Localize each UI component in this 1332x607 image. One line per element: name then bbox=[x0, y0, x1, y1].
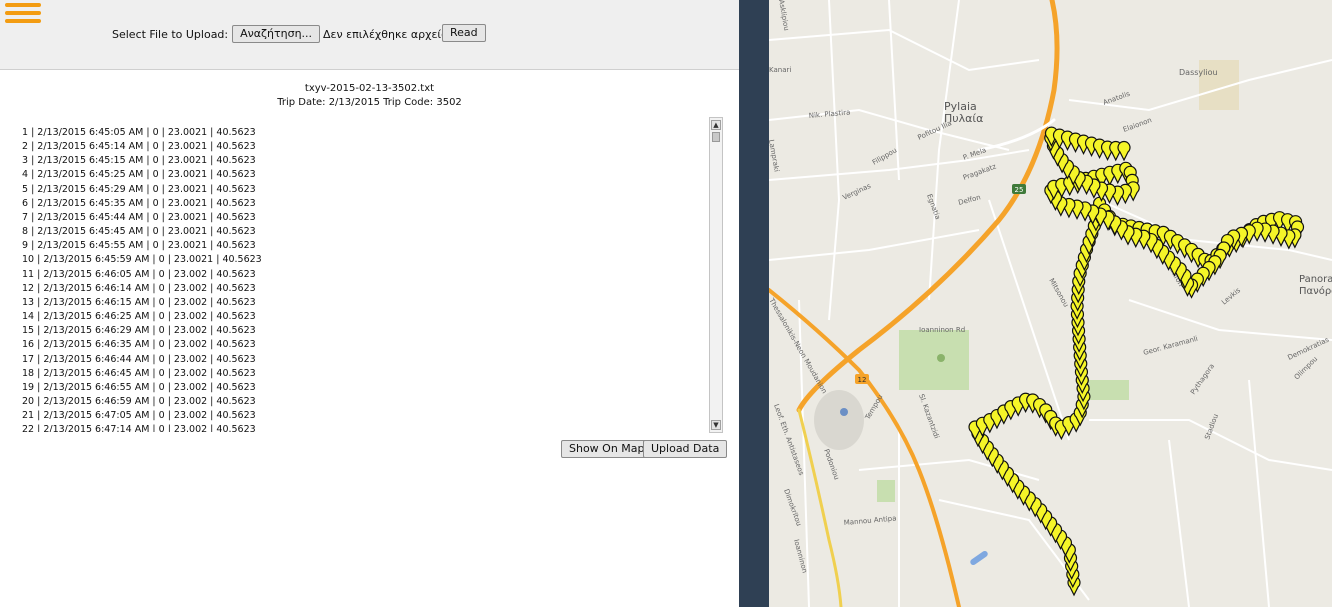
log-row: 1 | 2/13/2015 6:45:05 AM | 0 | 23.0021 |… bbox=[22, 127, 256, 138]
file-upload-row: Select File to Upload: Αναζήτηση... Δεν … bbox=[112, 24, 451, 44]
upload-label: Select File to Upload: bbox=[112, 27, 229, 41]
log-row: 3 | 2/13/2015 6:45:15 AM | 0 | 23.0021 |… bbox=[22, 155, 256, 167]
log-row: 9 | 2/13/2015 6:45:55 AM | 0 | 23.0021 |… bbox=[22, 240, 256, 252]
log-row: 12 | 2/13/2015 6:46:14 AM | 0 | 23.002 |… bbox=[22, 282, 256, 294]
log-row: 19 | 2/13/2015 6:46:55 AM | 0 | 23.002 |… bbox=[22, 381, 256, 393]
route-shield-label: 12 bbox=[858, 376, 867, 384]
log-row: 5 | 2/13/2015 6:45:29 AM | 0 | 23.0021 |… bbox=[22, 183, 256, 195]
log-row: 18 | 2/13/2015 6:46:45 AM | 0 | 23.002 |… bbox=[22, 367, 256, 379]
log-row: 7 | 2/13/2015 6:45:44 AM | 0 | 23.0021 |… bbox=[22, 211, 256, 223]
log-row: 6 | 2/13/2015 6:45:35 AM | 0 | 23.0021 |… bbox=[22, 197, 256, 209]
route-shield-label: 25 bbox=[1015, 186, 1024, 194]
map-label: Ioanninon Rd bbox=[919, 326, 965, 334]
panel-divider bbox=[739, 0, 769, 607]
scroll-up-arrow-icon[interactable]: ▲ bbox=[711, 120, 721, 130]
map-view[interactable]: 25 12 Pylaia Πυλαία Dassyliou Anatolis Elaio… bbox=[769, 0, 1332, 607]
trip-log-list[interactable]: 1 | 2/13/2015 6:45:05 AM | 0 | 23.0021 |… bbox=[22, 126, 708, 432]
area-shade bbox=[814, 390, 864, 450]
browse-button[interactable]: Αναζήτηση... bbox=[232, 25, 321, 43]
park-area bbox=[899, 330, 969, 390]
trip-info: Trip Date: 2/13/2015 Trip Code: 3502 bbox=[277, 97, 462, 108]
map-label: Dassyliou bbox=[1179, 68, 1218, 77]
log-row: 14 | 2/13/2015 6:46:25 AM | 0 | 23.002 |… bbox=[22, 311, 256, 323]
file-name: txyv-2015-02-13-3502.txt bbox=[304, 83, 435, 94]
log-row: 21 | 2/13/2015 6:47:05 AM | 0 | 23.002 |… bbox=[22, 410, 256, 422]
park-area bbox=[877, 480, 895, 502]
file-status: Δεν επιλέχθηκε αρχείο. bbox=[323, 27, 452, 41]
scroll-down-arrow-icon[interactable]: ▼ bbox=[711, 420, 721, 430]
log-scrollbar[interactable]: ▲ ▼ bbox=[709, 117, 723, 433]
read-button[interactable]: Read bbox=[442, 24, 486, 42]
log-row: 13 | 2/13/2015 6:46:15 AM | 0 | 23.002 |… bbox=[22, 296, 256, 308]
log-row: 17 | 2/13/2015 6:46:44 AM | 0 | 23.002 |… bbox=[22, 353, 256, 365]
log-row: 2 | 2/13/2015 6:45:14 AM | 0 | 23.0021 |… bbox=[22, 141, 256, 153]
log-row: 4 | 2/13/2015 6:45:25 AM | 0 | 23.0021 |… bbox=[22, 169, 256, 181]
log-row: 10 | 2/13/2015 6:45:59 AM | 0 | 23.0021 … bbox=[22, 254, 262, 266]
map-label: Panoram bbox=[1299, 274, 1332, 285]
log-row: 22 | 2/13/2015 6:47:14 AM | 0 | 23.002 |… bbox=[22, 424, 256, 432]
hamburger-menu-icon[interactable] bbox=[5, 3, 41, 23]
upload-data-button[interactable]: Upload Data bbox=[643, 440, 728, 458]
map-canvas[interactable]: 25 12 PylaiaΠυλαίαDassyliouAnatolisElaio… bbox=[769, 0, 1332, 607]
place-pin-icon bbox=[840, 408, 848, 416]
upload-panel: Select File to Upload: Αναζήτηση... Δεν … bbox=[0, 0, 739, 607]
show-on-map-button[interactable]: Show On Map bbox=[561, 440, 653, 458]
log-row: 16 | 2/13/2015 6:46:35 AM | 0 | 23.002 |… bbox=[22, 339, 256, 351]
map-label: Πανόραμ bbox=[1299, 285, 1332, 297]
toolbar: Select File to Upload: Αναζήτηση... Δεν … bbox=[0, 0, 739, 70]
log-row: 8 | 2/13/2015 6:45:45 AM | 0 | 23.0021 |… bbox=[22, 226, 256, 238]
park-pin-icon bbox=[937, 354, 945, 362]
log-row: 11 | 2/13/2015 6:46:05 AM | 0 | 23.002 |… bbox=[22, 268, 256, 280]
map-label: Kanari bbox=[769, 66, 791, 74]
log-row: 15 | 2/13/2015 6:46:29 AM | 0 | 23.002 |… bbox=[22, 325, 256, 337]
scroll-thumb[interactable] bbox=[712, 132, 720, 142]
log-row: 20 | 2/13/2015 6:46:59 AM | 0 | 23.002 |… bbox=[22, 395, 256, 407]
